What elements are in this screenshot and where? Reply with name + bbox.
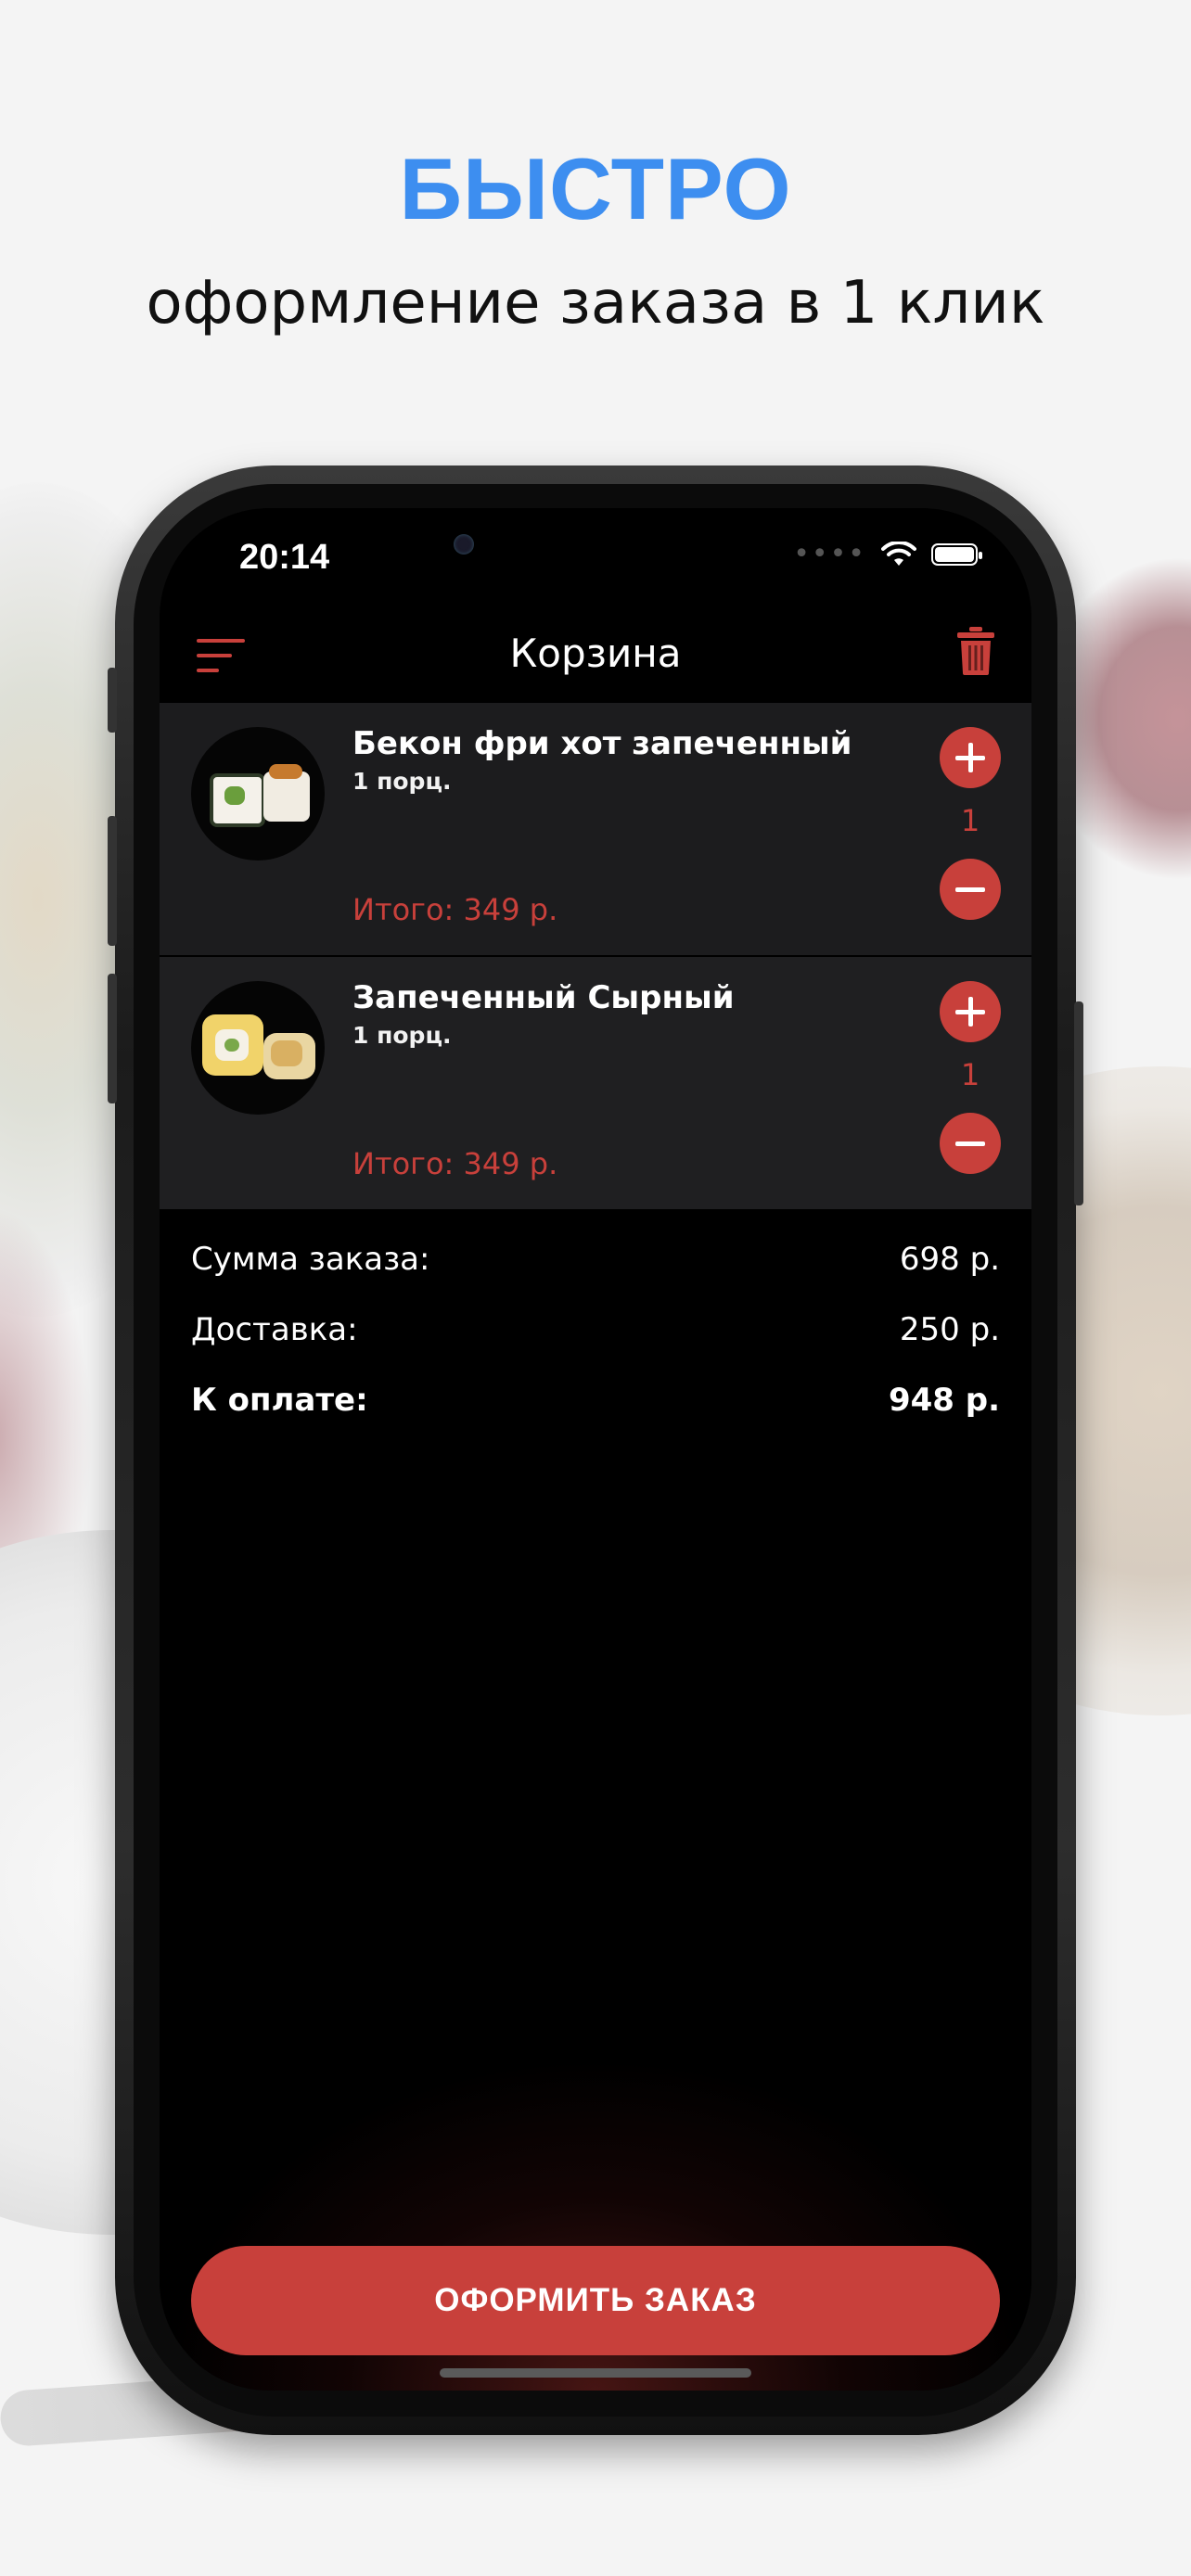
status-time: 20:14: [239, 538, 330, 577]
trash-icon[interactable]: [957, 627, 994, 675]
item-quantity: 1: [960, 803, 980, 838]
item-image: [191, 727, 325, 861]
phone-volume-down: [108, 974, 117, 1103]
checkout-button[interactable]: ОФОРМИТЬ ЗАКАЗ: [191, 2246, 1000, 2355]
app-header: Корзина: [160, 610, 1031, 703]
increase-quantity-button[interactable]: [940, 981, 1001, 1042]
item-portion: 1 порц.: [352, 768, 452, 795]
subtotal-label: Сумма заказа:: [191, 1241, 430, 1278]
phone-volume-up: [108, 816, 117, 946]
item-total: Итого: 349 р.: [352, 1146, 558, 1181]
delivery-value: 250 р.: [899, 1311, 1000, 1348]
pay-value: 948 р.: [888, 1382, 1000, 1419]
decrease-quantity-button[interactable]: [940, 859, 1001, 920]
item-image: [191, 981, 325, 1115]
delivery-label: Доставка:: [191, 1311, 358, 1348]
item-portion: 1 порц.: [352, 1022, 452, 1049]
notch: [415, 508, 776, 588]
phone-power-button: [1074, 1001, 1083, 1205]
decrease-quantity-button[interactable]: [940, 1113, 1001, 1174]
battery-level: [935, 547, 974, 562]
subtotal-value: 698 р.: [899, 1241, 1000, 1278]
phone-screen: 20:14 •••• Корзина Бекон фри хот запечен…: [160, 508, 1031, 2391]
cart-item: Запеченный Сырный 1 порц. Итого: 349 р. …: [160, 957, 1031, 1209]
status-icons: ••••: [793, 538, 982, 570]
item-name: Запеченный Сырный: [352, 979, 735, 1016]
cart-item: Бекон фри хот запеченный 1 порц. Итого: …: [160, 703, 1031, 955]
home-indicator[interactable]: [440, 2368, 751, 2378]
page-title: Корзина: [509, 631, 682, 676]
item-total: Итого: 349 р.: [352, 892, 558, 927]
item-name: Бекон фри хот запеченный: [352, 725, 852, 762]
camera-icon: [454, 534, 474, 555]
promo-headline: БЫСТРО: [399, 140, 792, 237]
phone-side-button: [108, 668, 117, 733]
item-quantity: 1: [960, 1057, 980, 1092]
battery-icon: [931, 543, 982, 566]
increase-quantity-button[interactable]: [940, 727, 1001, 788]
wifi-icon: [881, 542, 916, 566]
pay-label: К оплате:: [191, 1382, 368, 1419]
signal-dots-icon: ••••: [793, 538, 866, 570]
promo-subline: оформление заказа в 1 клик: [146, 269, 1045, 338]
